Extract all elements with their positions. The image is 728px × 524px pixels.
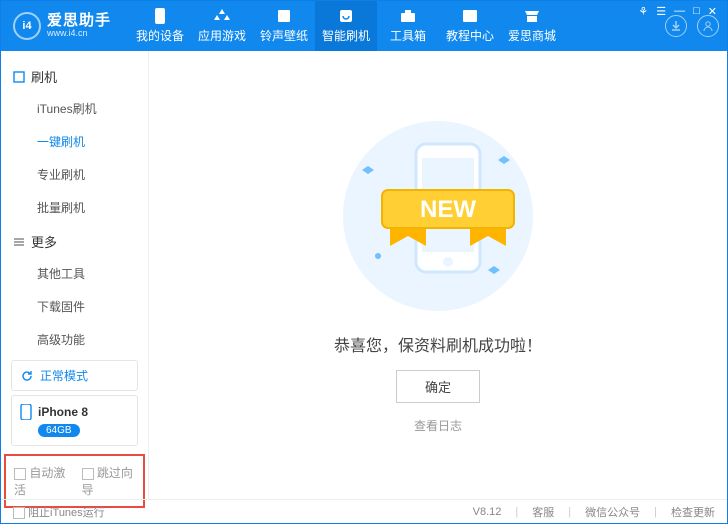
checkbox-label: 阻止iTunes运行 xyxy=(28,507,105,519)
sidebar: 刷机 iTunes刷机 一键刷机 专业刷机 批量刷机 更多 其他工具 下载固件 … xyxy=(1,51,149,499)
main-content: NEW 恭喜您，保资料刷机成功啦！ 确定 查看日志 xyxy=(149,51,727,499)
ribbon-text: NEW xyxy=(420,196,476,223)
logo-icon: i4 xyxy=(13,12,41,40)
phone-icon xyxy=(20,404,32,420)
capacity-badge: 64GB xyxy=(38,424,80,437)
window-controls: ⚘ ☰ — □ ✕ xyxy=(638,5,717,18)
tab-flash[interactable]: 智能刷机 xyxy=(315,1,377,51)
max-button[interactable]: □ xyxy=(693,5,700,18)
body: 刷机 iTunes刷机 一键刷机 专业刷机 批量刷机 更多 其他工具 下载固件 … xyxy=(1,51,727,499)
sidebar-item-batch[interactable]: 批量刷机 xyxy=(1,191,148,224)
shop-icon xyxy=(523,8,541,24)
tab-label: 应用游戏 xyxy=(198,27,246,44)
support-link[interactable]: 客服 xyxy=(532,504,554,520)
header: ⚘ ☰ — □ ✕ i4 爱思助手 www.i4.cn 我的设备 应用游戏 xyxy=(1,1,727,51)
header-right xyxy=(665,15,719,37)
download-button[interactable] xyxy=(665,15,687,37)
success-illustration: NEW xyxy=(338,116,538,316)
sidebar-group-title: 刷机 xyxy=(31,67,57,86)
sidebar-item-pro[interactable]: 专业刷机 xyxy=(1,158,148,191)
user-button[interactable] xyxy=(697,15,719,37)
sidebar-item-firmware[interactable]: 下载固件 xyxy=(1,290,148,323)
refresh-icon xyxy=(337,8,355,24)
toolbox-icon xyxy=(399,8,417,24)
wechat-link[interactable]: 微信公众号 xyxy=(585,504,640,520)
refresh-icon xyxy=(20,369,34,383)
brand: i4 爱思助手 www.i4.cn xyxy=(13,12,111,40)
footer: 阻止iTunes运行 V8.12 | 客服 | 微信公众号 | 检查更新 xyxy=(1,499,727,523)
min-button[interactable]: — xyxy=(674,5,685,18)
success-message: 恭喜您，保资料刷机成功啦！ xyxy=(334,332,542,356)
tab-my-device[interactable]: 我的设备 xyxy=(129,1,191,51)
mode-label: 正常模式 xyxy=(40,367,88,384)
sidebar-item-advanced[interactable]: 高级功能 xyxy=(1,323,148,356)
book-icon xyxy=(461,8,479,24)
device-card[interactable]: iPhone 8 64GB xyxy=(11,395,138,446)
device-name: iPhone 8 xyxy=(38,405,88,419)
sidebar-group-flash[interactable]: 刷机 xyxy=(1,59,148,92)
brand-title: 爱思助手 xyxy=(47,13,111,30)
tab-shop[interactable]: 爱思商城 xyxy=(501,1,563,51)
tab-toolbox[interactable]: 工具箱 xyxy=(377,1,439,51)
close-button[interactable]: ✕ xyxy=(708,5,717,18)
brand-sub: www.i4.cn xyxy=(47,29,111,39)
sidebar-group-title: 更多 xyxy=(31,232,57,251)
block-itunes-checkbox[interactable]: 阻止iTunes运行 xyxy=(13,504,105,520)
menu-icon[interactable]: ☰ xyxy=(656,5,666,18)
sidebar-item-itunes[interactable]: iTunes刷机 xyxy=(1,92,148,125)
version-label: V8.12 xyxy=(473,506,502,518)
more-group-icon xyxy=(13,236,25,248)
flash-group-icon xyxy=(13,71,25,83)
tab-label: 铃声壁纸 xyxy=(260,27,308,44)
tab-label: 爱思商城 xyxy=(508,27,556,44)
apps-icon xyxy=(213,8,231,24)
top-tabs: 我的设备 应用游戏 铃声壁纸 智能刷机 工具箱 教程中心 xyxy=(129,1,563,51)
tab-ringtones[interactable]: 铃声壁纸 xyxy=(253,1,315,51)
phone-icon xyxy=(151,8,169,24)
tab-apps[interactable]: 应用游戏 xyxy=(191,1,253,51)
tab-tutorials[interactable]: 教程中心 xyxy=(439,1,501,51)
tab-label: 教程中心 xyxy=(446,27,494,44)
sidebar-group-more[interactable]: 更多 xyxy=(1,224,148,257)
tab-label: 我的设备 xyxy=(136,27,184,44)
sidebar-item-oneclick[interactable]: 一键刷机 xyxy=(1,125,148,158)
note-icon xyxy=(275,8,293,24)
check-update-link[interactable]: 检查更新 xyxy=(671,504,715,520)
tab-label: 智能刷机 xyxy=(322,27,370,44)
tab-label: 工具箱 xyxy=(390,27,426,44)
skip-guide-checkbox[interactable]: 跳过向导 xyxy=(82,464,136,498)
gift-icon[interactable]: ⚘ xyxy=(638,5,648,18)
view-log-link[interactable]: 查看日志 xyxy=(414,417,462,434)
ok-button[interactable]: 确定 xyxy=(396,370,480,403)
mode-selector[interactable]: 正常模式 xyxy=(11,360,138,391)
auto-activate-checkbox[interactable]: 自动激活 xyxy=(14,464,68,498)
sidebar-item-othertools[interactable]: 其他工具 xyxy=(1,257,148,290)
